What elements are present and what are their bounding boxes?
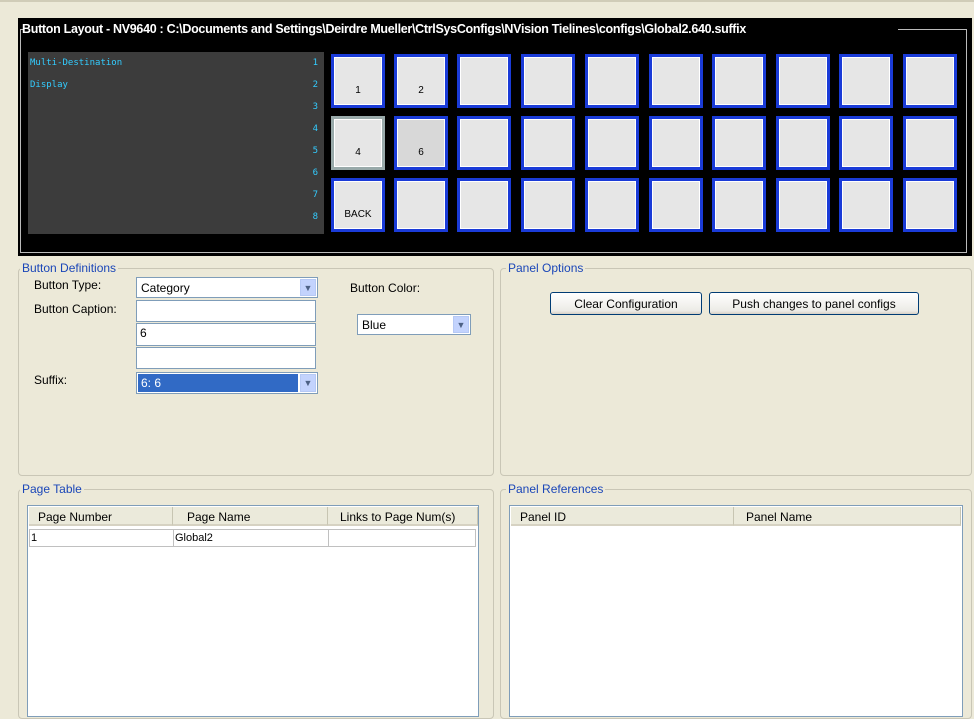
suffix-label: Suffix: [34,373,68,387]
table-cell[interactable]: Global2 [173,529,329,547]
panel-button-r1c10[interactable] [903,54,957,108]
column-header-panel-name[interactable]: Panel Name [734,507,961,526]
column-header-links[interactable]: Links to Page Num(s) [328,507,478,526]
display-line-1: Multi-Destination [30,58,123,68]
push-changes-button[interactable]: Push changes to panel configs [709,292,919,315]
caption-line-3-input[interactable] [136,347,316,369]
button-type-value: Category [141,281,190,295]
panel-button-r3c7[interactable] [712,178,766,232]
clear-configuration-button[interactable]: Clear Configuration [550,292,702,315]
panel-button-r3c8[interactable] [776,178,830,232]
panel-button-r3c1[interactable]: BACK [331,178,385,232]
panel-button-r1c4[interactable] [521,54,575,108]
chevron-down-icon[interactable]: ▼ [300,279,316,296]
display-line-2: Display [30,80,68,90]
suffix-select[interactable]: 6: 6 ▼ [136,372,318,394]
table-cell[interactable]: 1 [29,529,174,547]
panel-button-r3c9[interactable] [839,178,893,232]
panel-button-r1c7[interactable] [712,54,766,108]
panel-button-r2c2[interactable]: 6 [394,116,448,170]
chevron-down-icon[interactable]: ▼ [453,316,469,333]
frame-line [966,29,967,252]
button-type-label: Button Type: [34,278,102,292]
panel-references-label: Panel References [506,482,606,496]
panel-button-r3c3[interactable] [457,178,511,232]
page-table-label: Page Table [20,482,84,496]
panel-button-r3c2[interactable] [394,178,448,232]
panel-button-r1c2[interactable]: 2 [394,54,448,108]
button-color-value: Blue [362,318,387,332]
window-top-edge [0,0,974,6]
panel-button-r1c3[interactable] [457,54,511,108]
button-color-select[interactable]: Blue ▼ [357,314,471,335]
panel-button-r2c7[interactable] [712,116,766,170]
panel-button-r2c9[interactable] [839,116,893,170]
panel-button-r1c8[interactable] [776,54,830,108]
display-row-number: 5 [312,146,318,156]
chevron-down-icon[interactable]: ▼ [300,374,316,392]
panel-button-r2c5[interactable] [585,116,639,170]
panel-button-r3c10[interactable] [903,178,957,232]
display-row-number: 3 [312,102,318,112]
button-definitions-label: Button Definitions [20,261,119,275]
frame-line [20,29,21,252]
panel-button-r2c6[interactable] [649,116,703,170]
caption-line-1-input[interactable] [136,300,316,322]
column-header-page-number[interactable]: Page Number [29,507,173,526]
panel-button-r2c10[interactable] [903,116,957,170]
display-row-number: 4 [312,124,318,134]
caption-line-2-input[interactable]: 6 [136,323,316,346]
panel-button-r1c1[interactable]: 1 [331,54,385,108]
panel-button-r2c1[interactable]: 4 [331,116,385,170]
page-table[interactable]: Page Number Page Name Links to Page Num(… [27,505,479,717]
frame-line [20,252,967,253]
panel-button-r1c5[interactable] [585,54,639,108]
panel-button-r2c4[interactable] [521,116,575,170]
table-cell[interactable] [328,529,476,547]
display-row-number: 6 [312,168,318,178]
lcd-display: Multi-Destination Display 1 2 3 4 5 6 7 … [28,52,324,234]
panel-button-r3c5[interactable] [585,178,639,232]
panel-button-r3c4[interactable] [521,178,575,232]
display-row-number: 2 [312,80,318,90]
column-header-page-name[interactable]: Page Name [173,507,328,526]
display-row-number: 7 [312,190,318,200]
panel-button-r2c8[interactable] [776,116,830,170]
panel-options-label: Panel Options [506,261,586,275]
panel-references-table[interactable]: Panel ID Panel Name [509,505,963,717]
panel-button-r3c6[interactable] [649,178,703,232]
frame-line [898,29,966,30]
button-layout-title: Button Layout - NV9640 : C:\Documents an… [22,22,746,36]
panel-button-r1c6[interactable] [649,54,703,108]
column-header-panel-id[interactable]: Panel ID [511,507,734,526]
panel-button-r1c9[interactable] [839,54,893,108]
display-row-number: 8 [312,212,318,222]
suffix-value: 6: 6 [138,374,298,392]
display-row-number: 1 [312,58,318,68]
panel-button-r2c3[interactable] [457,116,511,170]
button-type-select[interactable]: Category ▼ [136,277,318,298]
button-color-label: Button Color: [350,281,421,295]
button-caption-label: Button Caption: [34,302,117,316]
